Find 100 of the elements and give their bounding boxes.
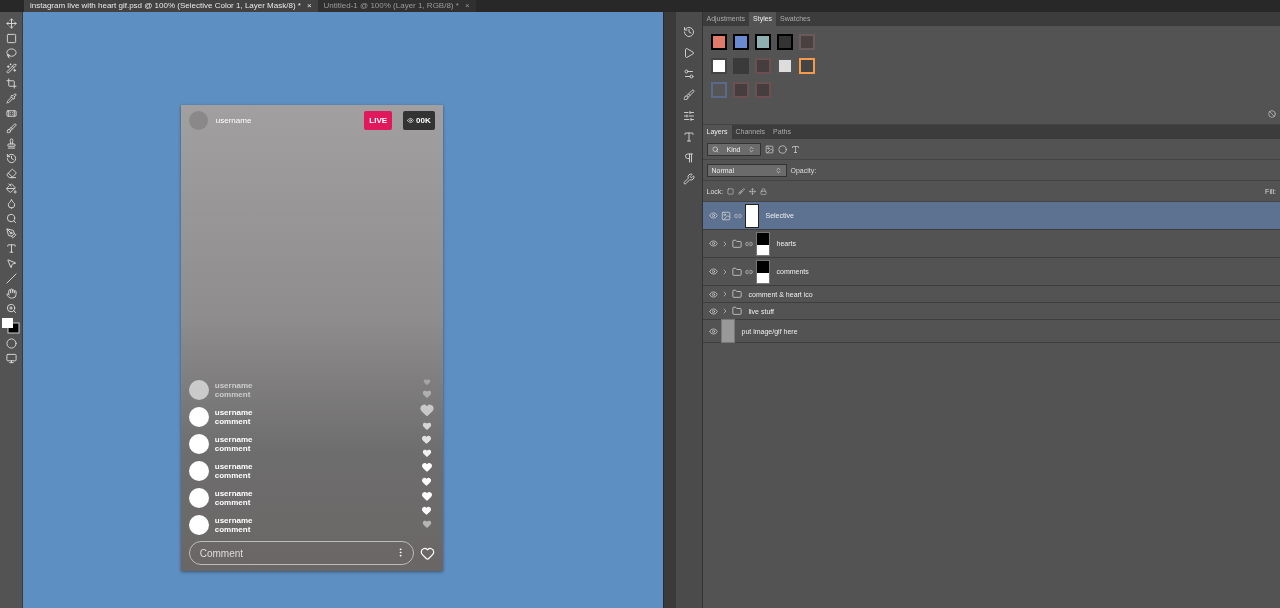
- lock-pixels-icon[interactable]: [727, 187, 735, 195]
- viewer-count-text: 00K: [416, 116, 431, 125]
- layer-thumbnail: [720, 319, 735, 343]
- comment-username: username: [214, 408, 253, 417]
- adjustment-icon: [720, 210, 731, 221]
- comment-text: comment: [214, 390, 252, 399]
- color-swatches-icon[interactable]: [2, 318, 20, 334]
- type-icon[interactable]: [5, 243, 17, 254]
- stepper-icon: [774, 166, 782, 174]
- eye-icon[interactable]: [708, 289, 718, 299]
- folder-icon: [731, 266, 742, 277]
- close-icon[interactable]: ×: [464, 0, 470, 12]
- style-swatch[interactable]: [754, 34, 771, 50]
- link-icon: [744, 267, 753, 276]
- avatar: [188, 434, 209, 454]
- eraser-icon[interactable]: [5, 168, 17, 179]
- move-icon[interactable]: [5, 18, 17, 29]
- droplet-icon[interactable]: [5, 198, 17, 209]
- sliders-icon[interactable]: [682, 110, 695, 122]
- close-icon[interactable]: ×: [306, 0, 312, 12]
- lock-icon[interactable]: [760, 187, 768, 195]
- folder-icon: [731, 306, 742, 316]
- pen-icon[interactable]: [5, 228, 17, 239]
- style-swatch[interactable]: [710, 58, 727, 74]
- style-swatch[interactable]: [776, 58, 793, 74]
- marquee-icon[interactable]: [5, 33, 17, 44]
- link-icon: [744, 239, 753, 248]
- style-swatch[interactable]: [732, 34, 749, 50]
- image-filter-icon[interactable]: [764, 144, 774, 154]
- brush-icon[interactable]: [738, 187, 746, 195]
- brush-icon[interactable]: [5, 123, 17, 134]
- link-icon: [733, 211, 742, 220]
- hand-icon[interactable]: [5, 288, 17, 299]
- brush-icon[interactable]: [682, 89, 695, 101]
- eye-icon[interactable]: [708, 306, 718, 316]
- document-tab[interactable]: instagram live with heart gif.psd @ 100% (Selective Color 1, Layer Mask/8) * ×: [24, 0, 318, 12]
- eye-icon[interactable]: [708, 239, 718, 248]
- character-icon[interactable]: [682, 131, 695, 143]
- eye-icon[interactable]: [708, 267, 718, 276]
- style-swatch[interactable]: [754, 58, 771, 74]
- style-swatch[interactable]: [710, 34, 727, 50]
- eye-icon[interactable]: [708, 211, 718, 220]
- comment-text: comment: [214, 498, 252, 507]
- layer-mask-thumbnail: [744, 203, 759, 228]
- comment-username: username: [214, 516, 253, 525]
- comment-text: comment: [214, 525, 252, 534]
- clear-style-icon[interactable]: [1268, 110, 1276, 118]
- paint-bucket-icon[interactable]: [5, 183, 17, 194]
- avatar: [188, 515, 209, 535]
- play-icon[interactable]: [682, 47, 695, 59]
- avatar: [188, 461, 209, 481]
- tools-icon[interactable]: [682, 173, 695, 185]
- type-filter-icon[interactable]: [790, 144, 800, 154]
- style-swatch[interactable]: [710, 82, 727, 98]
- lasso-icon[interactable]: [5, 48, 17, 59]
- heart-icon[interactable]: [419, 545, 435, 561]
- pointer-icon[interactable]: [5, 258, 17, 269]
- style-swatch[interactable]: [754, 82, 771, 98]
- layer-mask-thumbnail: [755, 231, 770, 256]
- quick-mask-icon[interactable]: [5, 338, 17, 349]
- live-badge: LIVE: [364, 111, 393, 130]
- comment-username: username: [214, 489, 253, 498]
- comment-text: comment: [214, 471, 252, 480]
- username: username: [215, 116, 253, 125]
- comment-username: username: [214, 435, 253, 444]
- stamp-icon[interactable]: [5, 138, 17, 149]
- avatar: [188, 407, 209, 427]
- history-brush-icon[interactable]: [5, 153, 17, 164]
- wand-icon[interactable]: [5, 63, 17, 74]
- layer-mask-thumbnail: [755, 259, 770, 284]
- crop-icon[interactable]: [5, 78, 17, 89]
- comment-text: comment: [214, 444, 252, 453]
- comment-text: comment: [214, 417, 252, 426]
- paragraph-icon[interactable]: [682, 152, 695, 164]
- line-icon[interactable]: [5, 273, 17, 284]
- move-icon[interactable]: [749, 187, 757, 195]
- history-icon[interactable]: [682, 26, 695, 38]
- search-icon: [711, 145, 719, 153]
- folder-icon: [731, 238, 742, 249]
- bandage-icon[interactable]: [5, 108, 17, 119]
- style-swatch[interactable]: [776, 34, 793, 50]
- eye-icon[interactable]: [708, 326, 718, 336]
- folder-icon: [731, 289, 742, 299]
- avatar: [188, 380, 209, 400]
- comment-username: username: [214, 462, 253, 471]
- comment-field[interactable]: Comment: [188, 541, 414, 565]
- eyedropper-icon[interactable]: [5, 93, 17, 104]
- magnifier-icon[interactable]: [5, 213, 17, 224]
- stepper-icon: [748, 145, 756, 153]
- adjustment-filter-icon[interactable]: [777, 144, 787, 154]
- eye-icon: [407, 117, 415, 124]
- style-swatch[interactable]: [732, 58, 749, 74]
- screen-mode-icon[interactable]: [5, 353, 17, 364]
- properties-icon[interactable]: [682, 68, 695, 80]
- style-swatch[interactable]: [798, 58, 815, 74]
- style-swatch[interactable]: [798, 34, 815, 50]
- zoom-icon[interactable]: [5, 303, 17, 314]
- document-tab[interactable]: Untitled-1 @ 100% (Layer 1, RGB/8) * ×: [317, 0, 476, 12]
- comment-username: username: [214, 381, 253, 390]
- style-swatch[interactable]: [732, 82, 749, 98]
